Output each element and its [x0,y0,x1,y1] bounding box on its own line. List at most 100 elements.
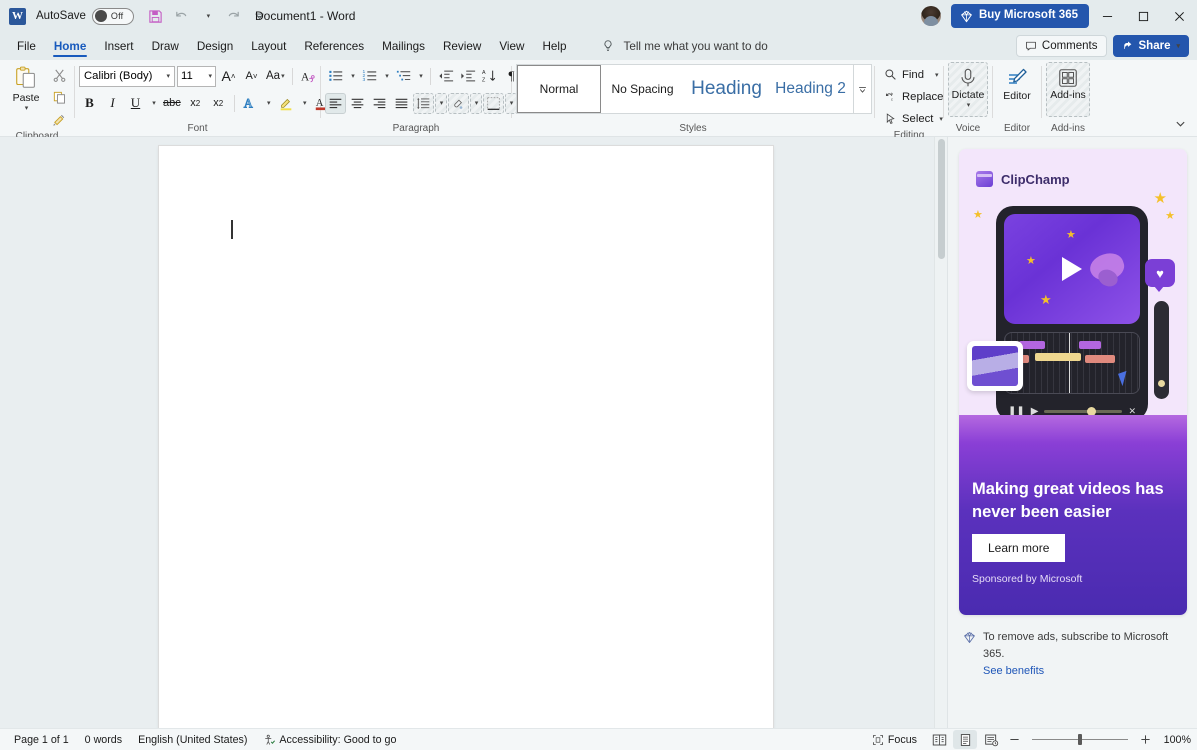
zoom-in-button[interactable] [1136,730,1155,750]
tab-draw[interactable]: Draw [143,33,188,59]
undo-icon[interactable] [170,5,194,27]
language-indicator[interactable]: English (United States) [130,730,255,750]
see-benefits-link[interactable]: See benefits [983,663,1186,680]
underline-button[interactable]: U [125,93,146,114]
multilevel-chevron-down-icon[interactable]: ▾ [415,66,426,87]
bullets-button[interactable] [325,66,346,87]
cut-button[interactable] [48,65,70,86]
style-heading-2[interactable]: Heading 2 [769,65,853,113]
vertical-scrollbar[interactable] [934,137,947,728]
tab-view[interactable]: View [490,33,533,59]
subscript-button[interactable]: x2 [185,93,206,114]
clear-formatting-button[interactable]: A [298,66,319,87]
focus-button[interactable]: Focus [864,730,925,750]
maximize-icon[interactable] [1125,0,1161,32]
tab-help[interactable]: Help [533,33,575,59]
read-mode-icon[interactable] [927,730,951,749]
strikethrough-button[interactable]: abc [161,93,183,114]
tab-insert[interactable]: Insert [95,33,142,59]
learn-more-button[interactable]: Learn more [972,534,1066,562]
replace-button[interactable]: bc Replace [879,86,948,107]
increase-indent-button[interactable] [457,66,478,87]
sort-button[interactable]: AZ [479,66,500,87]
avatar[interactable] [920,6,941,26]
document-page[interactable] [159,146,773,728]
zoom-slider[interactable] [1032,732,1128,748]
share-button[interactable]: Share ▾ [1112,35,1189,57]
paste-button[interactable]: Paste ▾ [4,62,48,112]
styles-more-chevron-down-icon[interactable] [853,65,871,113]
dictate-chevron-down-icon[interactable]: ▾ [967,101,971,109]
line-spacing-chevron-down-icon[interactable]: ▾ [435,92,447,114]
zoom-slider-handle[interactable] [1078,734,1082,745]
text-effects-button[interactable]: A [240,93,261,114]
save-icon[interactable] [144,5,168,27]
minimize-icon[interactable] [1089,0,1125,32]
shading-button[interactable] [448,92,469,114]
style-no-spacing[interactable]: No Spacing [601,65,685,113]
numbering-icon: 123 [362,69,376,83]
tab-file[interactable]: File [8,33,45,59]
shrink-font-button[interactable]: A ˅ [241,66,262,87]
style-normal[interactable]: Normal [517,65,601,113]
justify-button[interactable] [391,93,412,114]
undo-caret-icon[interactable]: ▾ [196,5,220,27]
change-case-button[interactable]: Aa ▾ [264,66,287,87]
align-left-button[interactable] [325,92,346,114]
clipchamp-ad-card[interactable]: ClipChamp ★ ★ ★ ★ ★ ★ ❚❚ ▶ ✕ ♥ Making gr… [959,149,1187,615]
highlight-button[interactable] [276,93,297,114]
underline-chevron-down-icon[interactable]: ▾ [148,93,159,114]
align-center-button[interactable] [347,93,368,114]
align-right-button[interactable] [369,93,390,114]
document-canvas[interactable] [0,137,947,728]
select-button[interactable]: Select ▾ [879,108,948,129]
dictate-button[interactable]: Dictate ▾ [948,62,988,117]
addins-button[interactable]: Add-ins [1046,62,1090,117]
copy-button[interactable] [48,87,70,108]
accessibility-status[interactable]: Accessibility: Good to go [255,730,404,750]
select-chevron-down-icon[interactable]: ▾ [939,115,943,123]
format-painter-button[interactable] [48,109,70,130]
zoom-out-button[interactable] [1005,730,1024,750]
buy-microsoft-365-button[interactable]: Buy Microsoft 365 [950,4,1089,28]
find-button[interactable]: Find ▾ [879,64,944,85]
numbering-chevron-down-icon[interactable]: ▾ [381,66,392,87]
bold-button[interactable]: B [79,93,100,114]
font-name-combobox[interactable]: Calibri (Body) ▾ [79,65,175,87]
comments-button[interactable]: Comments [1015,35,1107,57]
style-heading[interactable]: Heading [685,65,769,113]
highlight-chevron-down-icon[interactable]: ▾ [299,93,310,114]
close-icon[interactable] [1161,0,1197,32]
tab-layout[interactable]: Layout [242,33,295,59]
shading-chevron-down-icon[interactable]: ▾ [470,92,482,114]
find-chevron-down-icon[interactable]: ▾ [935,71,939,79]
editor-button[interactable]: Editor [997,62,1037,102]
tab-design[interactable]: Design [188,33,242,59]
font-size-combobox[interactable]: 11 ▾ [177,65,216,87]
line-spacing-button[interactable] [413,92,434,114]
superscript-button[interactable]: x2 [208,93,229,114]
tab-home[interactable]: Home [45,33,95,59]
text-effects-chevron-down-icon[interactable]: ▾ [263,93,274,114]
tell-me-search[interactable]: Tell me what you want to do [601,39,768,53]
zoom-level-label[interactable]: 100% [1157,734,1191,746]
redo-icon[interactable] [222,5,246,27]
scrollbar-thumb[interactable] [938,139,945,259]
decrease-indent-button[interactable] [435,66,456,87]
web-layout-icon[interactable] [979,730,1003,749]
borders-button[interactable] [483,92,504,114]
page-indicator[interactable]: Page 1 of 1 [6,730,77,750]
numbering-button[interactable]: 123 [359,66,380,87]
italic-button[interactable]: I [102,93,123,114]
grow-font-button[interactable]: A ˄ [218,66,239,87]
tab-review[interactable]: Review [434,33,490,59]
multilevel-list-button[interactable] [393,66,414,87]
bullets-chevron-down-icon[interactable]: ▾ [347,66,358,87]
tab-mailings[interactable]: Mailings [373,33,434,59]
paste-chevron-down-icon[interactable]: ▾ [25,104,29,112]
tab-references[interactable]: References [295,33,373,59]
collapse-ribbon-chevron-up-icon[interactable] [1171,115,1189,131]
word-count[interactable]: 0 words [77,730,130,750]
print-layout-icon[interactable] [953,730,977,749]
autosave-toggle[interactable]: Off [91,7,134,25]
